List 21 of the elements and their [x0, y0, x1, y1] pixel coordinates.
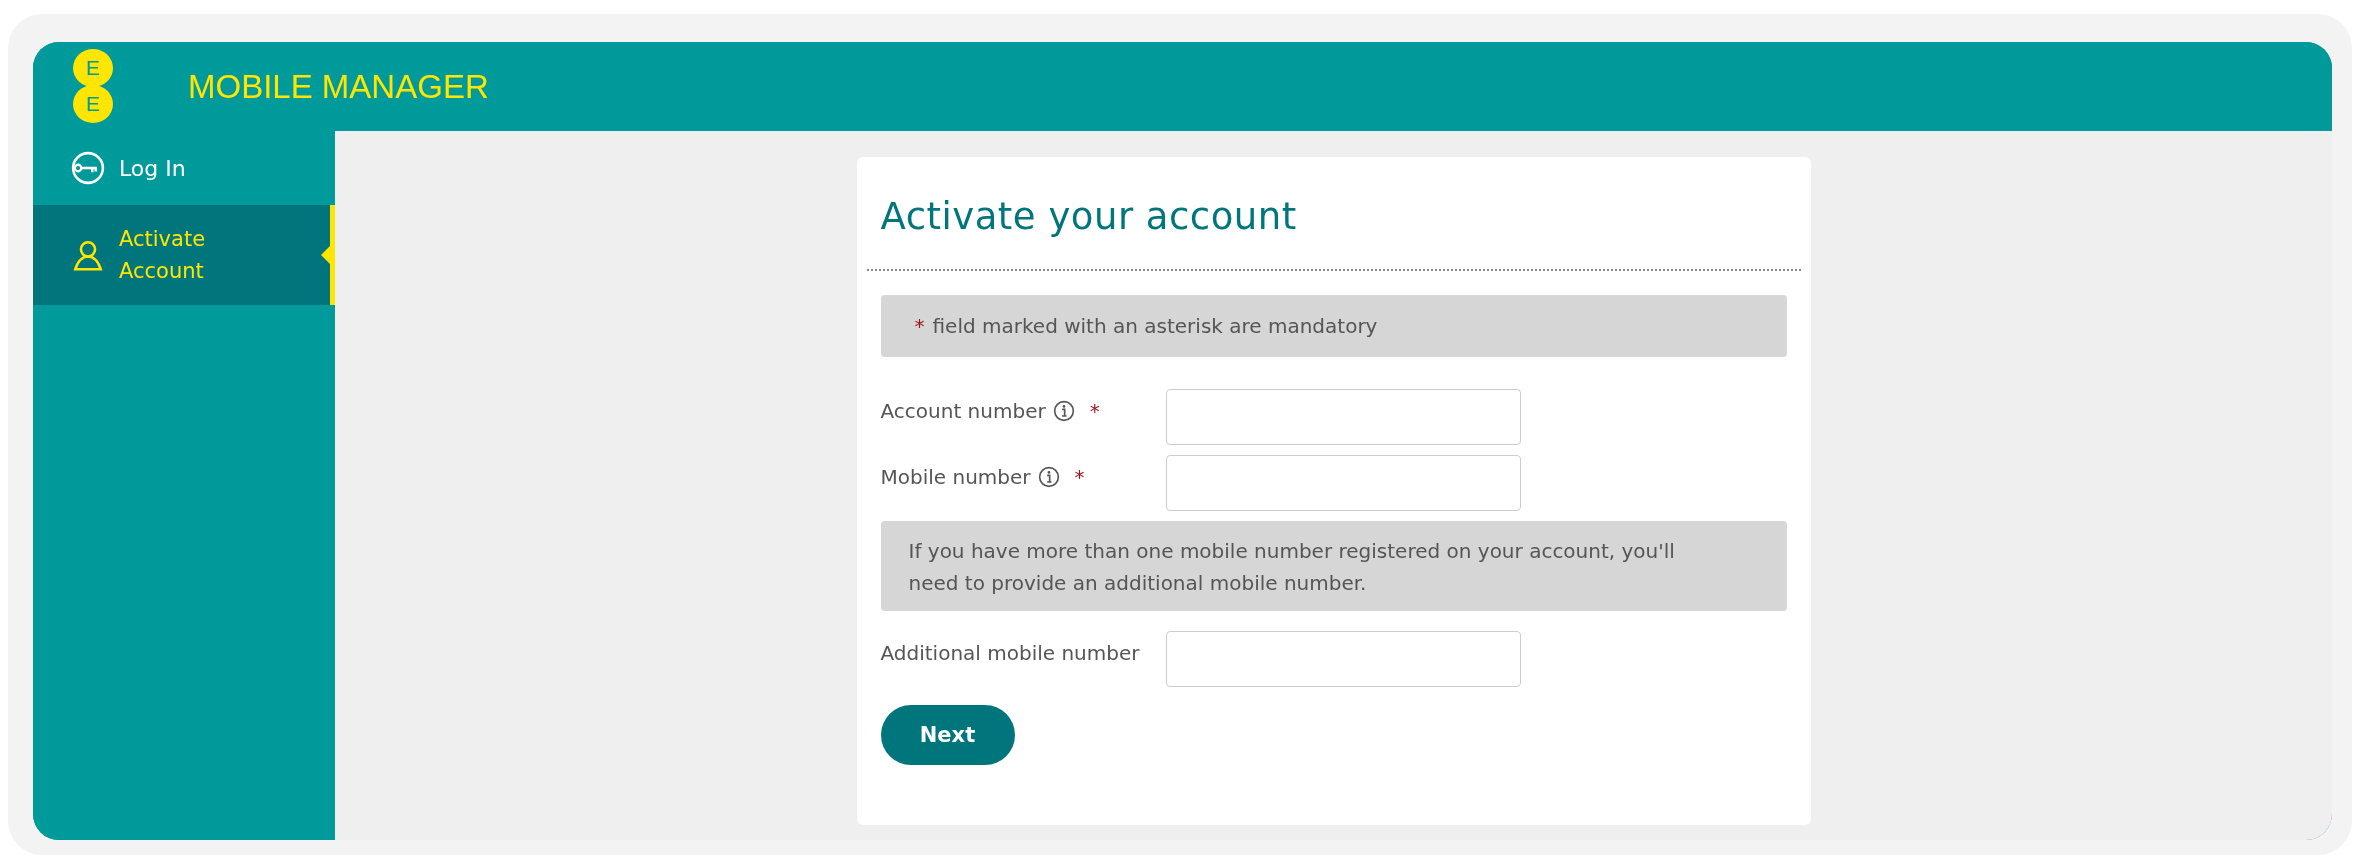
info-icon[interactable] [1037, 466, 1060, 488]
notice-text: field marked with an asterisk are mandatory [932, 314, 1378, 338]
required-asterisk: * [1074, 465, 1085, 489]
field-label: Mobile number [880, 465, 1031, 489]
info-icon[interactable] [1052, 400, 1075, 422]
info-note: If you have more than one mobile number registered on your account, you'll need to provide an additional mobile number. [880, 521, 1787, 611]
field-label: Additional mobile number [880, 641, 1140, 665]
input-field[interactable] [1165, 389, 1521, 445]
logo: E E [73, 50, 113, 123]
person-icon [71, 238, 105, 272]
next-button[interactable]: Next [880, 705, 1015, 765]
required-asterisk: * [1089, 399, 1100, 423]
asterisk: * [914, 314, 925, 338]
input-field[interactable] [1165, 455, 1521, 511]
sidebar-item[interactable]: Log In [33, 131, 335, 205]
input-field[interactable] [1165, 631, 1521, 687]
field-label: Account number [880, 399, 1046, 423]
key-icon [71, 151, 105, 185]
app-title: MOBILE MANAGER [188, 67, 489, 106]
form-title: Activate your account [880, 195, 1298, 240]
sidebar-item[interactable]: Activate Account [33, 205, 335, 305]
